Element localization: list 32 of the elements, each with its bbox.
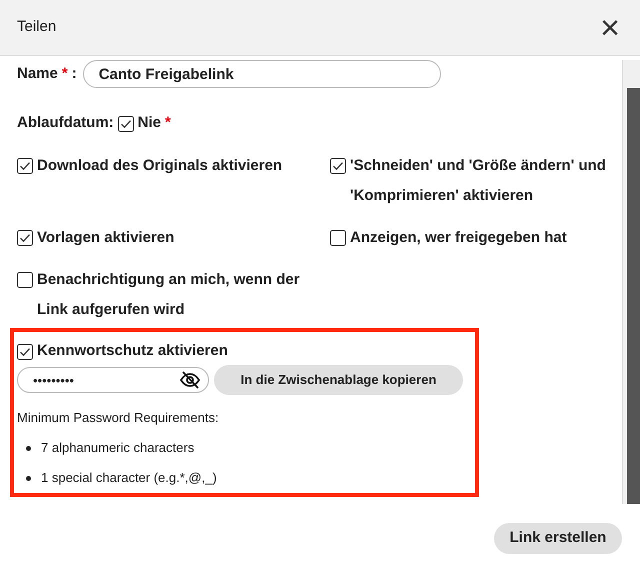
field-label: Ablaufdatum:	[17, 113, 114, 133]
checkbox-label: Kennwortschutz aktivieren	[37, 342, 228, 360]
bullet-icon	[26, 446, 31, 450]
colon: :	[72, 64, 77, 84]
create-link-button[interactable]: Link erstellen	[494, 523, 622, 554]
checkbox[interactable]	[118, 116, 134, 132]
checkbox[interactable]	[17, 158, 33, 174]
password-field[interactable]: •••••••••	[17, 367, 209, 393]
dialog-title: Teilen	[17, 17, 56, 38]
checkbox-label: 'Schneiden' und 'Größe ändern' und 'Komprimieren' aktivieren	[350, 156, 607, 206]
requirement-item: 7 alphanumeric characters	[41, 439, 194, 457]
checkbox-label: Benachrichtigung an mich, wenn der Link aufgerufen wird	[37, 270, 301, 320]
requirements-title: Minimum Password Requirements:	[17, 409, 220, 427]
name-input[interactable]: Canto Freigabelink	[82, 60, 441, 88]
checkbox[interactable]	[330, 230, 346, 246]
copy-button[interactable]: In die Zwischenablage kopieren	[214, 365, 463, 395]
scrollbar[interactable]	[622, 60, 640, 504]
checkbox[interactable]	[17, 272, 33, 288]
eye-slash-icon[interactable]	[179, 370, 201, 390]
checkbox[interactable]	[17, 344, 33, 360]
checkbox-label: Vorlagen aktivieren	[37, 228, 174, 248]
field-label: Name	[17, 64, 58, 84]
checkbox-label: Download des Originals aktivieren	[37, 156, 282, 176]
close-button[interactable]: ×	[600, 10, 620, 44]
checkbox-label: Anzeigen, wer freigegeben hat	[350, 228, 567, 248]
bullet-icon	[26, 476, 31, 480]
checkbox[interactable]	[330, 158, 346, 174]
checkbox[interactable]	[17, 230, 33, 246]
required-mark: *	[165, 113, 171, 133]
requirement-item: 1 special character (e.g.*,@,_)	[41, 469, 217, 487]
checkbox-label: Nie	[138, 113, 162, 133]
required-mark: *	[62, 64, 68, 84]
